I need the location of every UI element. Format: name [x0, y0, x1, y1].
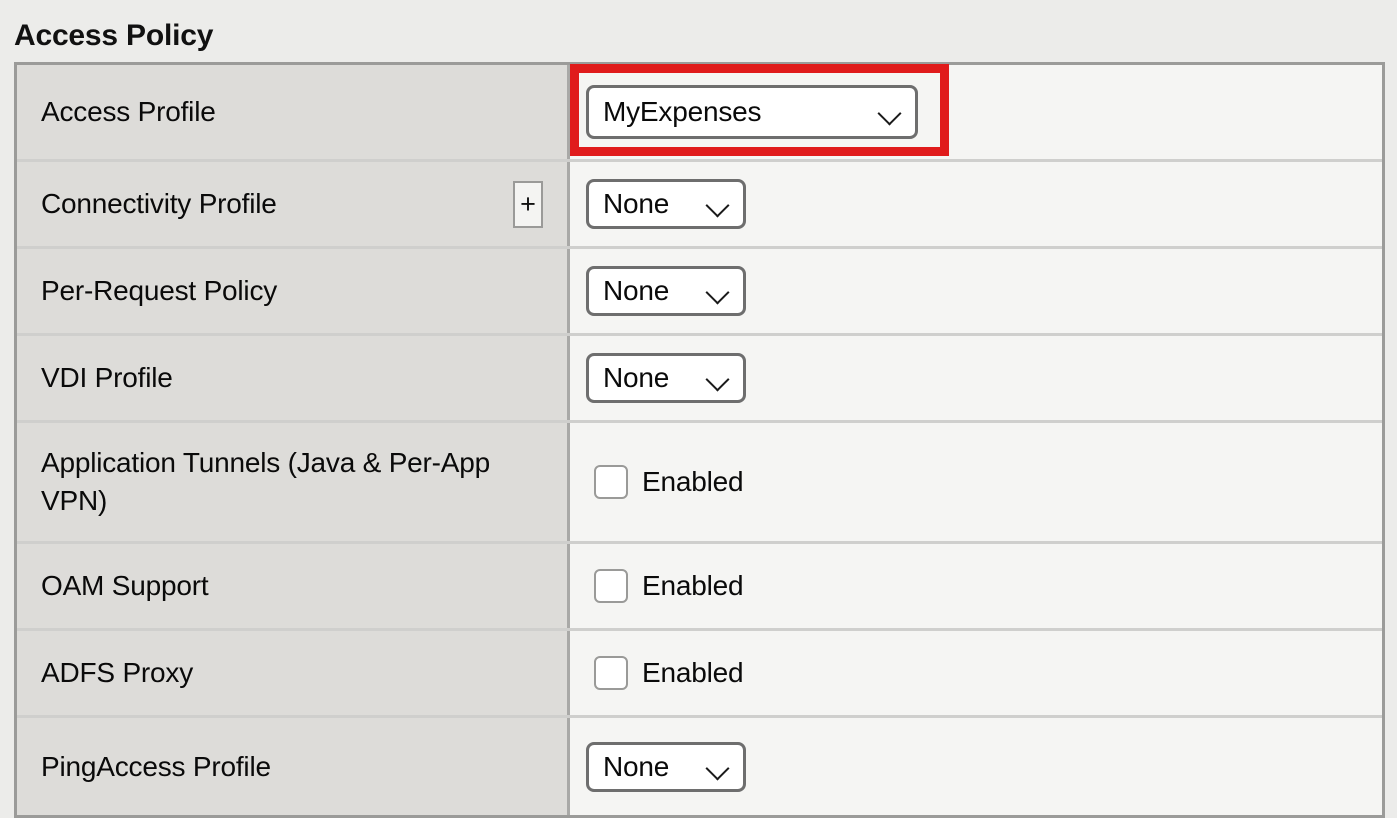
adfs-proxy-checkbox-label: Enabled [642, 657, 744, 688]
chevron-down-icon [705, 365, 731, 391]
row-label: OAM Support [41, 570, 209, 601]
application-tunnels-checkbox[interactable] [594, 465, 628, 499]
application-tunnels-checkbox-group: Enabled [586, 465, 744, 499]
row-label: Application Tunnels (Java & Per-App VPN) [41, 447, 491, 516]
row-label-cell: Access Profile [17, 65, 570, 159]
row-value-cell: None [570, 718, 1382, 815]
vdi-profile-select[interactable]: None [586, 353, 746, 403]
row-value-cell: None [570, 249, 1382, 333]
row-label: VDI Profile [41, 362, 173, 393]
row-value-cell: None [570, 162, 1382, 246]
access-profile-select-value: MyExpenses [603, 96, 762, 127]
access-policy-page: Access Policy Access Profile MyExpenses … [0, 0, 1397, 818]
row-value-cell: Enabled [570, 631, 1382, 715]
row-label-cell: Per-Request Policy [17, 249, 570, 333]
application-tunnels-checkbox-label: Enabled [642, 466, 744, 497]
row-label-cell: PingAccess Profile [17, 718, 570, 815]
row-value-cell: None [570, 336, 1382, 420]
table-row: Access Profile MyExpenses [17, 65, 1382, 162]
row-value-cell: Enabled [570, 423, 1382, 541]
table-row: Connectivity Profile + None [17, 162, 1382, 249]
row-label: ADFS Proxy [41, 657, 194, 688]
oam-support-checkbox[interactable] [594, 569, 628, 603]
adfs-proxy-checkbox-group: Enabled [586, 656, 744, 690]
row-value-cell: Enabled [570, 544, 1382, 628]
chevron-down-icon [705, 278, 731, 304]
row-label-cell: VDI Profile [17, 336, 570, 420]
pingaccess-profile-select-value: None [603, 750, 670, 782]
pingaccess-profile-select[interactable]: None [586, 741, 746, 792]
connectivity-profile-select[interactable]: None [586, 179, 746, 229]
oam-support-checkbox-group: Enabled [586, 569, 744, 603]
table-row: ADFS Proxy Enabled [17, 631, 1382, 718]
row-label: Access Profile [41, 96, 216, 127]
row-label-cell: OAM Support [17, 544, 570, 628]
table-row: OAM Support Enabled [17, 544, 1382, 631]
row-label: Per-Request Policy [41, 275, 278, 306]
chevron-down-icon [877, 99, 903, 125]
chevron-down-icon [705, 754, 731, 780]
table-row: Per-Request Policy None [17, 249, 1382, 336]
row-label-cell: ADFS Proxy [17, 631, 570, 715]
table-row: PingAccess Profile None [17, 718, 1382, 818]
access-profile-select[interactable]: MyExpenses [586, 85, 918, 139]
vdi-profile-select-value: None [603, 362, 670, 393]
add-connectivity-profile-button[interactable]: + [513, 180, 543, 228]
page-title: Access Policy [14, 19, 214, 52]
row-label: Connectivity Profile [41, 188, 277, 219]
row-label-cell: Connectivity Profile + [17, 162, 570, 246]
chevron-down-icon [705, 191, 731, 217]
per-request-policy-select[interactable]: None [586, 266, 746, 316]
table-row: VDI Profile None [17, 336, 1382, 423]
row-value-cell: MyExpenses [570, 65, 1382, 159]
per-request-policy-select-value: None [603, 275, 670, 306]
row-label: PingAccess Profile [41, 750, 271, 782]
oam-support-checkbox-label: Enabled [642, 570, 744, 601]
row-label-cell: Application Tunnels (Java & Per-App VPN) [17, 423, 570, 541]
access-policy-table: Access Profile MyExpenses Connectivity P… [14, 62, 1385, 818]
adfs-proxy-checkbox[interactable] [594, 656, 628, 690]
connectivity-profile-select-value: None [603, 188, 670, 219]
table-row: Application Tunnels (Java & Per-App VPN)… [17, 423, 1382, 544]
